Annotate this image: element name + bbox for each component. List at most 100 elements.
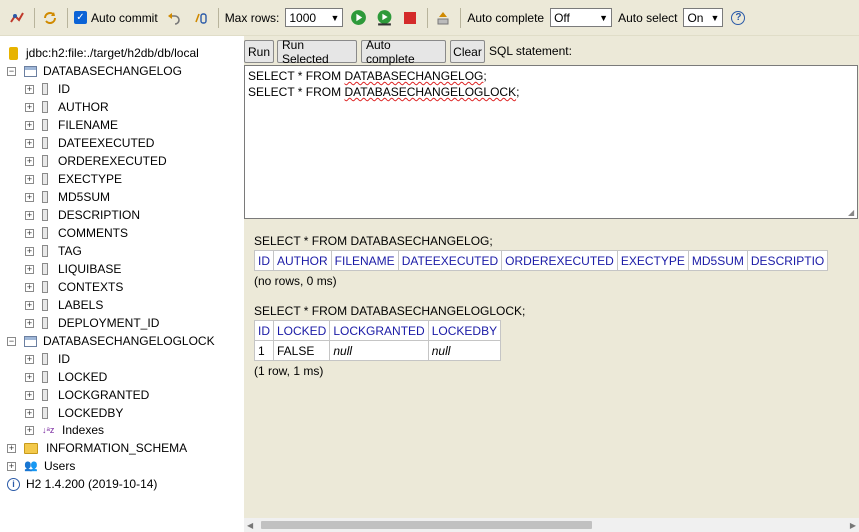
expand-icon[interactable]: + (25, 228, 34, 238)
tree-column[interactable]: + FILENAME (25, 116, 118, 134)
toolbar-separator (217, 7, 219, 28)
tree-column[interactable]: + ORDEREXECUTED (25, 152, 167, 170)
tree-column[interactable]: + LOCKGRANTED (25, 386, 149, 404)
auto-complete-select[interactable]: Off ▼ (550, 8, 613, 27)
column-icon (42, 101, 48, 113)
auto-complete-button[interactable]: Auto complete (361, 38, 446, 66)
help-icon[interactable]: ? (729, 9, 747, 27)
tree-column[interactable]: + ID (25, 80, 70, 98)
expand-icon[interactable]: + (25, 408, 34, 418)
stop-icon[interactable] (401, 9, 419, 27)
tree-column[interactable]: + EXECTYPE (25, 170, 122, 188)
column-icon (42, 389, 48, 401)
tree-column[interactable]: + MD5SUM (25, 188, 110, 206)
tree-table-databasechangeloglock[interactable]: − DATABASECHANGELOGLOCK (7, 332, 215, 350)
tree-column[interactable]: + LOCKED (25, 368, 107, 386)
scrollbar-thumb[interactable] (261, 521, 592, 529)
expand-icon[interactable]: + (25, 84, 34, 94)
table-icon (24, 335, 37, 347)
column-header[interactable]: DESCRIPTIO (746, 250, 829, 271)
column-header[interactable]: AUTHOR (273, 250, 332, 271)
expand-icon[interactable]: + (25, 174, 34, 184)
expand-icon[interactable]: + (25, 192, 34, 202)
run-selected-button[interactable]: Run Selected (277, 38, 357, 66)
schema-label: INFORMATION_SCHEMA (46, 441, 188, 455)
tree-information-schema[interactable]: + INFORMATION_SCHEMA (7, 439, 187, 457)
expand-icon[interactable]: + (25, 264, 34, 274)
auto-complete-label: Auto complete (467, 10, 545, 25)
scroll-right-icon[interactable]: ▶ (850, 521, 856, 530)
max-rows-label: Max rows: (224, 10, 280, 25)
column-header[interactable]: DATEEXECUTED (397, 250, 503, 271)
max-rows-select[interactable]: 1000 ▼ (285, 8, 344, 27)
tree-column[interactable]: + LIQUIBASE (25, 260, 121, 278)
expand-icon[interactable]: + (25, 246, 34, 256)
run-icon[interactable] (349, 9, 367, 27)
refresh-icon[interactable] (41, 9, 59, 27)
tree-column[interactable]: + DESCRIPTION (25, 206, 140, 224)
expand-icon[interactable]: + (25, 318, 34, 328)
tree-indexes[interactable]: + ↓ᵃz Indexes (25, 421, 104, 439)
expand-icon[interactable]: + (25, 210, 34, 220)
expand-icon[interactable]: + (25, 425, 34, 435)
resize-grip-icon[interactable]: ◢ (848, 209, 856, 217)
column-header[interactable]: ID (254, 320, 274, 341)
tree-column[interactable]: + CONTEXTS (25, 278, 123, 296)
result-1: SELECT * FROM DATABASECHANGELOG; ID AUTHO… (254, 234, 859, 288)
column-header[interactable]: LOCKEDBY (427, 320, 502, 341)
auto-select-select[interactable]: On ▼ (683, 8, 724, 27)
tree-column[interactable]: + LABELS (25, 296, 103, 314)
tree-column[interactable]: + DATEEXECUTED (25, 134, 154, 152)
column-name: DESCRIPTION (58, 208, 141, 222)
column-name: AUTHOR (58, 100, 109, 114)
tree-column[interactable]: + LOCKEDBY (25, 404, 123, 422)
toolbar-separator (67, 7, 68, 28)
expand-icon[interactable]: + (25, 354, 34, 364)
table-header-row: ID AUTHOR FILENAME DATEEXECUTED ORDEREXECUTE… (254, 250, 829, 271)
tree-connection[interactable]: jdbc:h2:file:./target/h2db/db/local (9, 44, 199, 62)
expand-icon[interactable]: + (25, 102, 34, 112)
rollback-icon[interactable] (166, 9, 184, 27)
column-name: LOCKEDBY (58, 406, 124, 420)
sql-editor[interactable]: SELECT * FROM DATABASECHANGELOG; SELECT … (244, 65, 858, 219)
tree-column[interactable]: + ID (25, 350, 70, 368)
toolbar-separator (34, 7, 35, 28)
tree-column[interactable]: + COMMENTS (25, 224, 128, 242)
expand-icon[interactable]: + (25, 300, 34, 310)
expand-icon[interactable]: + (25, 390, 34, 400)
expand-icon[interactable]: + (25, 156, 34, 166)
table-name: DATABASECHANGELOGLOCK (43, 334, 215, 348)
tree-column[interactable]: + AUTHOR (25, 98, 109, 116)
tree-users[interactable]: + 👥 Users (7, 457, 75, 475)
column-header[interactable]: EXECTYPE (616, 250, 689, 271)
column-icon (42, 137, 48, 149)
collapse-icon[interactable]: − (7, 66, 16, 76)
column-header[interactable]: LOCKGRANTED (329, 320, 429, 341)
run-selected-icon[interactable] (375, 9, 393, 27)
run-button[interactable]: Run (244, 40, 274, 63)
expand-icon[interactable]: + (25, 282, 34, 292)
collapse-icon[interactable]: − (7, 336, 16, 346)
auto-commit-checkbox[interactable]: ✓ Auto commit (74, 11, 158, 25)
column-header[interactable]: MD5SUM (687, 250, 748, 271)
tree-column[interactable]: + DEPLOYMENT_ID (25, 314, 159, 332)
clear-button[interactable]: Clear (450, 40, 485, 63)
expand-icon[interactable]: + (25, 372, 34, 382)
column-icon (42, 353, 48, 365)
column-header[interactable]: LOCKED (272, 320, 331, 341)
column-icon (42, 407, 48, 419)
tree-column[interactable]: + TAG (25, 242, 82, 260)
horizontal-scrollbar[interactable]: ◀ ▶ (244, 518, 859, 532)
column-header[interactable]: ORDEREXECUTED (501, 250, 618, 271)
tree-table-databasechangelog[interactable]: − DATABASECHANGELOG (7, 62, 182, 80)
scroll-left-icon[interactable]: ◀ (247, 521, 253, 530)
expand-icon[interactable]: + (7, 443, 16, 453)
column-header[interactable]: ID (254, 250, 274, 271)
disconnect-icon[interactable] (8, 9, 26, 27)
expand-icon[interactable]: + (25, 138, 34, 148)
commit-icon[interactable] (192, 9, 210, 27)
column-header[interactable]: FILENAME (330, 250, 399, 271)
expand-icon[interactable]: + (7, 461, 16, 471)
history-icon[interactable] (434, 9, 452, 27)
expand-icon[interactable]: + (25, 120, 34, 130)
